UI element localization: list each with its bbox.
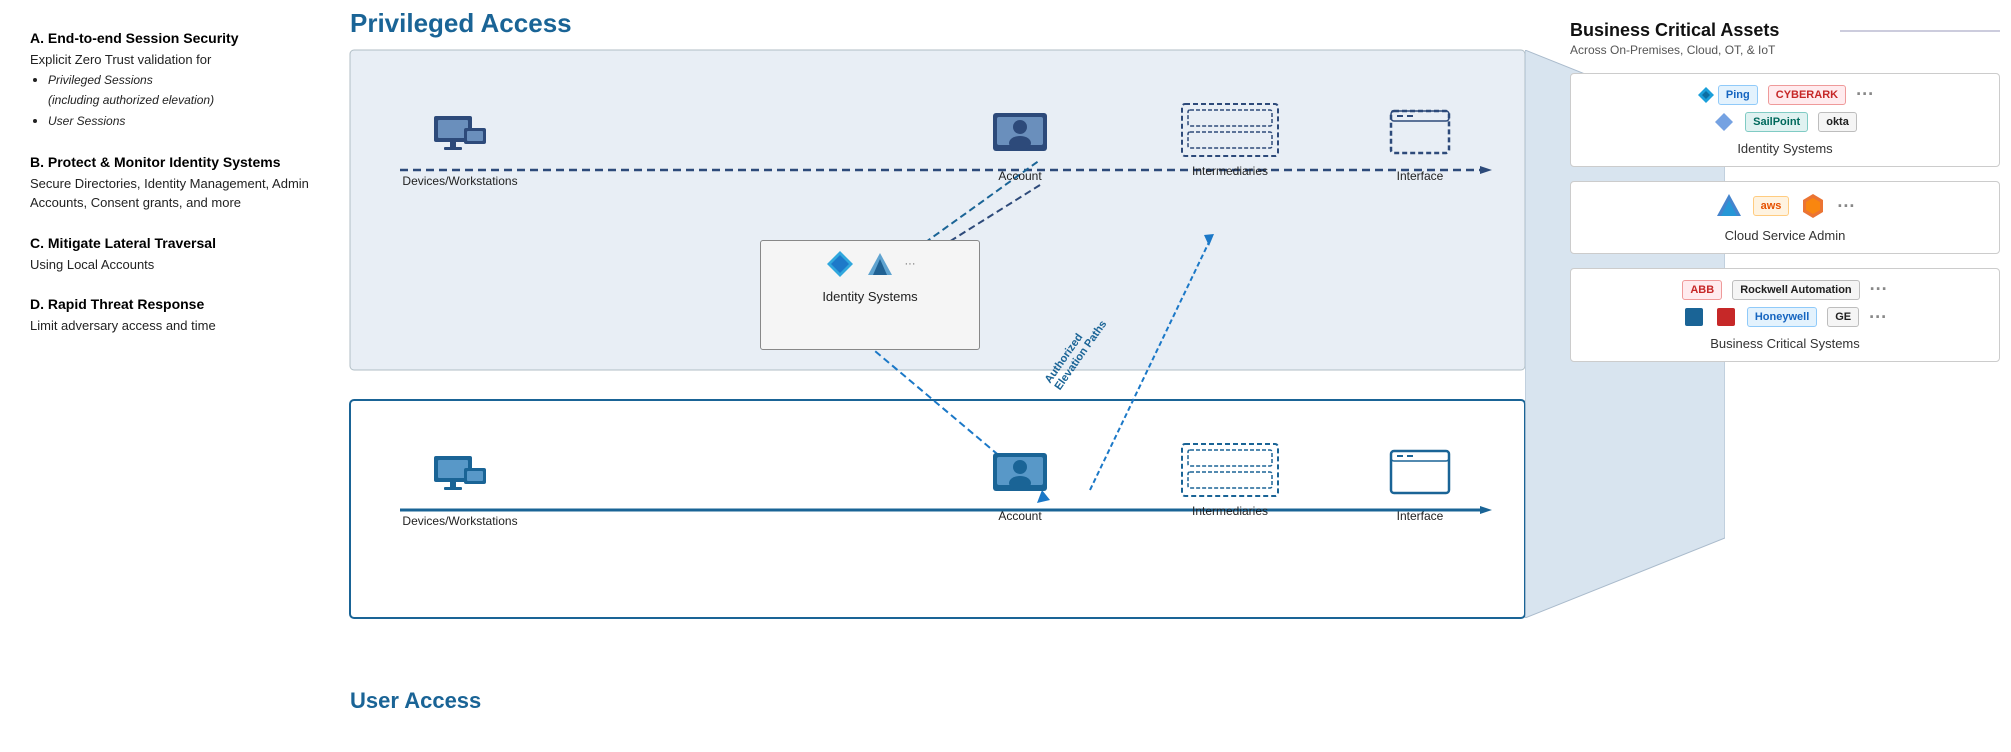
identity-systems-label: Identity Systems: [822, 289, 917, 304]
user-devices-label: Devices/Workstations: [402, 514, 517, 528]
user-interface-node: Interface: [1360, 445, 1480, 523]
ge-logo: GE: [1827, 307, 1859, 327]
priv-devices-label: Devices/Workstations: [402, 174, 517, 188]
user-devices-icon: [425, 450, 495, 510]
identity-systems-box: ··· Identity Systems: [760, 240, 980, 350]
ping-logo: Ping: [1718, 85, 1758, 105]
section-a-body: Explicit Zero Trust validation for Privi…: [30, 50, 320, 132]
priv-devices-node: Devices/Workstations: [400, 110, 520, 188]
priv-interface-label: Interface: [1397, 169, 1444, 183]
priv-account-icon: [985, 105, 1055, 165]
identity-more-dots: ···: [1856, 84, 1874, 105]
cyberark-logo: CYBERARK: [1768, 85, 1846, 105]
priv-account-label: Account: [998, 169, 1041, 183]
section-b-body: Secure Directories, Identity Management,…: [30, 174, 320, 213]
bca-subtitle: Across On-Premises, Cloud, OT, & IoT: [1570, 43, 2000, 57]
rockwell-logo: Rockwell Automation: [1732, 280, 1859, 300]
identity-logos: Ping CYBERARK ···: [1585, 84, 1985, 105]
section-c-body: Using Local Accounts: [30, 255, 320, 275]
section-a-bullets: Privileged Sessions (including authorize…: [30, 70, 320, 132]
priv-intermediaries-label: Intermediaries: [1192, 164, 1268, 178]
section-d: D. Rapid Threat Response Limit adversary…: [30, 296, 320, 336]
user-intermediaries-label: Intermediaries: [1192, 504, 1268, 518]
critical-section-label: Business Critical Systems: [1585, 336, 1985, 351]
bullet-privileged-sessions: Privileged Sessions (including authorize…: [48, 70, 320, 112]
section-a-title: A. End-to-end Session Security: [30, 30, 320, 46]
cloud-more-dots: ···: [1837, 196, 1855, 217]
priv-intermediaries-icon: [1180, 100, 1280, 160]
cloud-service-section: aws ··· Cloud Service Admin: [1570, 181, 2000, 254]
critical-systems-section: ABB Rockwell Automation ··· Honeywell GE…: [1570, 268, 2000, 362]
user-account-icon: [985, 445, 1055, 505]
critical-logos-1: ABB Rockwell Automation ···: [1585, 279, 1985, 300]
section-c-title: C. Mitigate Lateral Traversal: [30, 235, 320, 251]
section-a: A. End-to-end Session Security Explicit …: [30, 30, 320, 132]
user-account-label: Account: [998, 509, 1041, 523]
critical-logos-2: Honeywell GE ···: [1585, 306, 1985, 328]
user-account-node: Account: [960, 445, 1080, 523]
priv-interface-icon: [1385, 105, 1455, 165]
okta-logo: okta: [1818, 112, 1857, 132]
user-interface-label: Interface: [1397, 509, 1444, 523]
bca-title: Business Critical Assets: [1570, 20, 2000, 41]
aws-logo: aws: [1753, 196, 1790, 216]
priv-devices-icon: [425, 110, 495, 170]
critical-more-dots: ···: [1870, 279, 1888, 300]
privileged-access-title: Privileged Access: [350, 8, 572, 39]
bullet-user-sessions: User Sessions: [48, 111, 320, 132]
business-critical-panel: Business Critical Assets Across On-Premi…: [1570, 20, 2000, 378]
section-d-title: D. Rapid Threat Response: [30, 296, 320, 312]
user-devices-node: Devices/Workstations: [400, 450, 520, 528]
user-interface-icon: [1385, 445, 1455, 505]
section-b: B. Protect & Monitor Identity Systems Se…: [30, 154, 320, 213]
section-b-title: B. Protect & Monitor Identity Systems: [30, 154, 320, 170]
section-d-body: Limit adversary access and time: [30, 316, 320, 336]
user-intermediaries-node: Intermediaries: [1150, 440, 1310, 518]
priv-interface-node: Interface: [1360, 105, 1480, 183]
honeywell-logo: Honeywell: [1747, 307, 1817, 327]
priv-intermediaries-node: Intermediaries: [1150, 100, 1310, 178]
identity-systems-section: Ping CYBERARK ··· SailPoint okta Identit…: [1570, 73, 2000, 167]
user-intermediaries-icon: [1180, 440, 1280, 500]
critical-more-dots-2: ···: [1869, 307, 1887, 328]
sailpoint-logo: SailPoint: [1745, 112, 1808, 132]
left-panel: A. End-to-end Session Security Explicit …: [0, 0, 340, 752]
elevation-label: AuthorizedElevation Paths: [1043, 312, 1110, 393]
cloud-logos: aws ···: [1585, 192, 1985, 220]
priv-account-node: Account: [960, 105, 1080, 183]
section-c: C. Mitigate Lateral Traversal Using Loca…: [30, 235, 320, 275]
identity-logos-2: SailPoint okta: [1585, 111, 1985, 133]
abb-logo: ABB: [1682, 280, 1722, 300]
cloud-section-label: Cloud Service Admin: [1585, 228, 1985, 243]
identity-section-label: Identity Systems: [1585, 141, 1985, 156]
user-access-title: User Access: [350, 688, 481, 714]
